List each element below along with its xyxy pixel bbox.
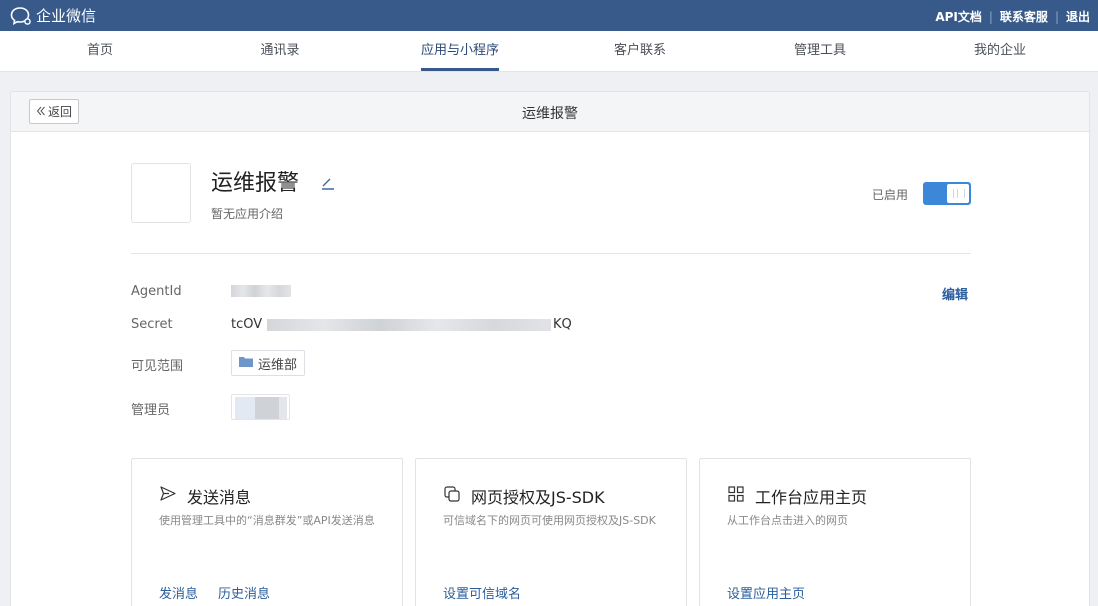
app-description: 暂无应用介绍 — [211, 207, 284, 221]
edit-link[interactable]: 编辑 — [942, 284, 968, 303]
card-links: 设置可信域名 — [443, 583, 521, 602]
separator: | — [1054, 9, 1059, 24]
nav-home[interactable]: 首页 — [87, 31, 113, 71]
card-title: 发送消息 — [187, 488, 252, 507]
agentid-label: AgentId — [131, 284, 182, 299]
api-docs-link[interactable]: API文档 — [935, 8, 982, 25]
folder-icon — [239, 356, 253, 371]
panel-header: 返回 运维报警 — [11, 92, 1089, 132]
card-description: 从工作台点击进入的网页 — [727, 514, 848, 527]
pencil-icon[interactable] — [321, 176, 335, 194]
wecom-logo[interactable]: 企业微信 — [10, 5, 96, 26]
nav-contacts[interactable]: 通讯录 — [260, 31, 299, 71]
secret-label: Secret — [131, 317, 173, 332]
admin-label: 管理员 — [131, 403, 171, 418]
agentid-value-redacted — [231, 285, 291, 297]
grid-icon — [728, 486, 744, 506]
admin-chip-redacted — [231, 394, 290, 420]
card-links: 发消息 历史消息 — [159, 583, 270, 602]
set-app-homepage-link[interactable]: 设置应用主页 — [727, 583, 805, 602]
card-title: 网页授权及JS-SDK — [471, 488, 605, 507]
toggle-knob — [947, 184, 969, 203]
redaction-block — [235, 397, 255, 419]
card-title: 工作台应用主页 — [755, 488, 868, 507]
logo-text: 企业微信 — [36, 7, 97, 25]
contact-support-link[interactable]: 联系客服 — [1000, 8, 1048, 25]
top-bar: 企业微信 API文档 | 联系客服 | 退出 — [0, 0, 1098, 31]
card-description: 可信域名下的网页可使用网页授权及JS-SDK — [443, 514, 656, 527]
main-nav: 首页 通讯录 应用与小程序 客户联系 管理工具 我的企业 — [0, 31, 1098, 72]
scope-department-chip: 运维部 — [231, 350, 306, 376]
status-label: 已启用 — [872, 188, 909, 202]
card-description: 使用管理工具中的“消息群发”或API发送消息 — [159, 514, 375, 527]
send-icon — [160, 486, 176, 505]
message-history-link[interactable]: 历史消息 — [218, 583, 270, 602]
card-workbench-homepage: 工作台应用主页 从工作台点击进入的网页 设置应用主页 — [699, 458, 971, 606]
enable-toggle[interactable] — [923, 182, 971, 205]
card-links: 设置应用主页 — [727, 583, 805, 602]
secret-prefix: tcOV — [231, 317, 263, 332]
scope-label: 可见范围 — [131, 359, 184, 374]
app-icon — [131, 163, 191, 223]
secret-value-redacted — [267, 319, 551, 331]
card-send-message: 发送消息 使用管理工具中的“消息群发”或API发送消息 发消息 历史消息 — [131, 458, 403, 606]
top-links: API文档 | 联系客服 | 退出 — [935, 8, 1090, 25]
separator: | — [988, 9, 993, 24]
copy-icon — [444, 486, 460, 506]
card-web-auth: 网页授权及JS-SDK 可信域名下的网页可使用网页授权及JS-SDK 设置可信域… — [415, 458, 687, 606]
nav-management-tools[interactable]: 管理工具 — [794, 31, 846, 71]
app-name: 运维报警 — [211, 171, 300, 196]
redaction-block — [255, 397, 279, 419]
send-message-link[interactable]: 发消息 — [159, 583, 198, 602]
chat-bubble-icon — [10, 6, 32, 26]
panel-title: 运维报警 — [522, 106, 578, 122]
logout-link[interactable]: 退出 — [1066, 8, 1090, 25]
app-detail-panel: 返回 运维报警 运维报警 暂无应用介绍 已启用 AgentId 编辑 Secre… — [10, 91, 1090, 606]
nav-my-enterprise[interactable]: 我的企业 — [974, 31, 1026, 71]
scope-department-name: 运维部 — [258, 357, 298, 373]
nav-customer-contact[interactable]: 客户联系 — [614, 31, 666, 71]
set-trusted-domain-link[interactable]: 设置可信域名 — [443, 583, 521, 602]
redaction-block — [279, 397, 287, 419]
secret-suffix: KQ — [553, 317, 572, 332]
divider — [131, 253, 971, 254]
nav-apps[interactable]: 应用与小程序 — [420, 31, 500, 71]
